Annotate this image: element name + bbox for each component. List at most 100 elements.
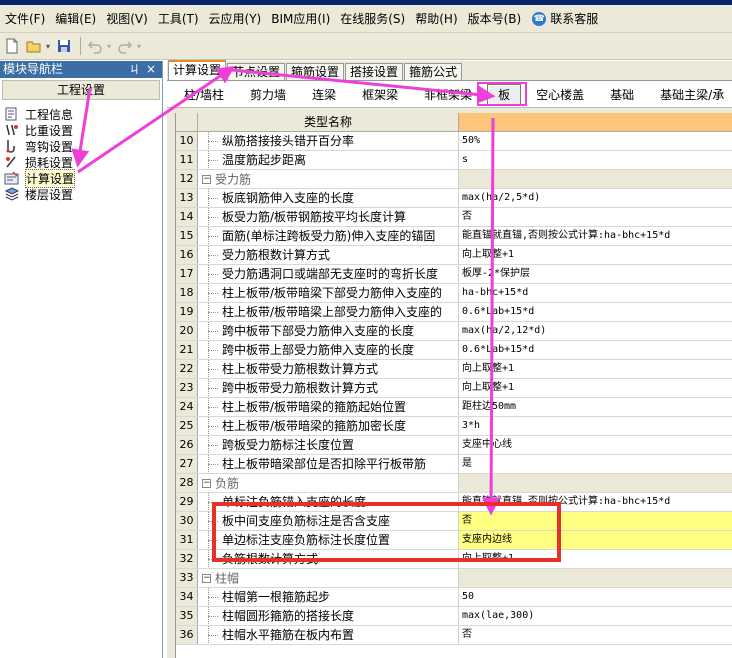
setting-value[interactable]: 向上取整+1 <box>459 246 732 264</box>
setting-value[interactable]: max(ha/2,5*d) <box>459 189 732 207</box>
collapse-icon[interactable]: − <box>202 479 211 488</box>
setting-value[interactable]: 50 <box>459 588 732 606</box>
row-number-header <box>176 113 198 131</box>
group-row[interactable]: 12− 受力筋 <box>176 170 732 189</box>
setting-value[interactable]: 否 <box>459 512 732 530</box>
table-row[interactable]: 17 受力筋遇洞口或端部无支座时的弯折长度 板厚-2*保护层 <box>176 265 732 284</box>
table-row[interactable]: 26 跨板受力筋标注长度位置 支座中心线 <box>176 436 732 455</box>
tab-stirrup-formula[interactable]: 箍筋公式 <box>404 63 463 80</box>
close-icon[interactable]: × <box>146 61 156 78</box>
save-icon <box>58 40 71 52</box>
table-row[interactable]: 11 温度筋起步距离 s <box>176 151 732 170</box>
undo-button[interactable] <box>85 36 105 56</box>
save-button[interactable] <box>54 36 74 56</box>
subtab-foundation[interactable]: 基础 <box>599 84 645 105</box>
table-row[interactable]: 13 板底钢筋伸入支座的长度 max(ha/2,5*d) <box>176 189 732 208</box>
subtab-slab[interactable]: 板 <box>487 83 522 105</box>
setting-value[interactable]: 是 <box>459 455 732 473</box>
table-row[interactable]: 29 单标注负筋锚入支座的长度 能直锚就直锚,否则按公式计算:ha-bhc+15*d <box>176 493 732 512</box>
table-row[interactable]: 21 跨中板带上部受力筋伸入支座的长度 0.6*Lab+15*d <box>176 341 732 360</box>
menu-contact-support[interactable]: ☎ 联系客服 <box>526 5 603 33</box>
open-dropdown-icon[interactable]: ▾ <box>46 42 50 51</box>
subtab-frame-beam[interactable]: 框架梁 <box>351 84 409 105</box>
table-row[interactable]: 19 柱上板带/板带暗梁上部受力筋伸入支座的 0.6*Lab+15*d <box>176 303 732 322</box>
setting-value[interactable]: 向上取整+1 <box>459 360 732 378</box>
table-row[interactable]: 36 柱帽水平箍筋在板内布置否 <box>176 626 732 645</box>
nav-item-floor-settings[interactable]: 楼层设置 <box>0 186 162 202</box>
setting-value[interactable]: 距柱边50mm <box>459 398 732 416</box>
table-row[interactable]: 35 柱帽圆形箍筋的搭接长度 max(lae,300) <box>176 607 732 626</box>
setting-value[interactable]: 向上取整+1 <box>459 550 732 568</box>
table-row[interactable]: 22 柱上板带受力筋根数计算方式 向上取整+1 <box>176 360 732 379</box>
tab-calc-settings[interactable]: 计算设置 <box>168 60 227 80</box>
table-row[interactable]: 20 跨中板带下部受力筋伸入支座的长度 max(ha/2,12*d) <box>176 322 732 341</box>
table-row[interactable]: 15 面筋(单标注跨板受力筋)伸入支座的锚固 能直锚就直锚,否则按公式计算:ha-b… <box>176 227 732 246</box>
menu-online-service[interactable]: 在线服务(S) <box>335 5 410 33</box>
setting-value[interactable]: max(lae,300) <box>459 607 732 625</box>
table-row[interactable]: 10 纵筋搭接接头错开百分率 50% <box>176 132 732 151</box>
menu-edit[interactable]: 编辑(E) <box>50 5 101 33</box>
subtab-non-frame-beam[interactable]: 非框架梁 <box>413 84 483 105</box>
nav-item-project-info[interactable]: 工程信息 <box>0 106 162 122</box>
subtab-coupling-beam[interactable]: 连梁 <box>301 84 347 105</box>
table-row[interactable]: 18 柱上板带/板带暗梁下部受力筋伸入支座的 ha-bhc+15*d <box>176 284 732 303</box>
setting-value[interactable]: ha-bhc+15*d <box>459 284 732 302</box>
undo-dropdown-icon[interactable]: ▾ <box>107 42 111 51</box>
setting-value[interactable]: 3*h <box>459 417 732 435</box>
table-row[interactable]: 32 负筋根数计算方式 向上取整+1 <box>176 550 732 569</box>
new-file-button[interactable] <box>2 36 22 56</box>
tab-node-settings[interactable]: 节点设置 <box>227 63 286 80</box>
pin-icon[interactable]: ㄐ <box>129 61 140 78</box>
menu-cloud[interactable]: 云应用(Y) <box>204 5 267 33</box>
setting-value[interactable]: 能直锚就直锚,否则按公式计算:ha-bhc+15*d <box>459 493 732 511</box>
setting-value[interactable]: 否 <box>459 626 732 644</box>
group-row[interactable]: 33− 柱帽 <box>176 569 732 588</box>
setting-value[interactable]: s <box>459 151 732 169</box>
table-row[interactable]: 30 板中间支座负筋标注是否含支座否 <box>176 512 732 531</box>
collapse-icon[interactable]: − <box>202 175 211 184</box>
project-settings-group-button[interactable]: 工程设置 <box>2 80 160 100</box>
row-number: 13 <box>176 189 198 207</box>
menu-file[interactable]: 文件(F) <box>0 5 50 33</box>
tab-stirrup-settings[interactable]: 箍筋设置 <box>286 63 345 80</box>
nav-item-hook-settings[interactable]: 弯钩设置 <box>0 138 162 154</box>
setting-value[interactable]: max(ha/2,12*d) <box>459 322 732 340</box>
subtab-column-wall[interactable]: 柱/墙柱 <box>173 84 235 105</box>
table-row[interactable]: 25 柱上板带/板带暗梁的箍筋加密长度 3*h <box>176 417 732 436</box>
setting-value[interactable]: 支座中心线 <box>459 436 732 454</box>
setting-value[interactable]: 支座内边线 <box>459 531 732 549</box>
setting-value[interactable]: 0.6*Lab+15*d <box>459 303 732 321</box>
row-number: 18 <box>176 284 198 302</box>
setting-value[interactable]: 0.6*Lab+15*d <box>459 341 732 359</box>
group-label: 负筋 <box>215 476 240 491</box>
settings-grid: 类型名称 10 纵筋搭接接头错开百分率 50% 11 温度筋起步距离 s 12− 受力筋 13 板… <box>175 113 732 658</box>
subtab-foundation-main-beam[interactable]: 基础主梁/承 <box>649 84 732 105</box>
menu-help[interactable]: 帮助(H) <box>410 5 462 33</box>
subtab-hollow-floor[interactable]: 空心楼盖 <box>525 84 595 105</box>
setting-value[interactable]: 50% <box>459 132 732 150</box>
setting-value[interactable]: 能直锚就直锚,否则按公式计算:ha-bhc+15*d <box>459 227 732 245</box>
setting-value[interactable]: 板厚-2*保护层 <box>459 265 732 283</box>
menu-view[interactable]: 视图(V) <box>101 5 153 33</box>
menu-bim[interactable]: BIM应用(I) <box>266 5 335 33</box>
table-row[interactable]: 23 跨中板带受力筋根数计算方式 向上取整+1 <box>176 379 732 398</box>
nav-item-weight-settings[interactable]: 比重设置 <box>0 122 162 138</box>
nav-item-calc-settings[interactable]: 计算设置 <box>0 168 162 188</box>
redo-dropdown-icon[interactable]: ▾ <box>137 42 141 51</box>
open-folder-button[interactable] <box>24 36 44 56</box>
menu-tools[interactable]: 工具(T) <box>153 5 204 33</box>
collapse-icon[interactable]: − <box>202 574 211 583</box>
table-row[interactable]: 16 受力筋根数计算方式 向上取整+1 <box>176 246 732 265</box>
subtab-shear-wall[interactable]: 剪力墙 <box>239 84 297 105</box>
table-row[interactable]: 14 板受力筋/板带钢筋按平均长度计算否 <box>176 208 732 227</box>
menu-version[interactable]: 版本号(B) <box>463 5 527 33</box>
table-row[interactable]: 24 柱上板带/板带暗梁的箍筋起始位置 距柱边50mm <box>176 398 732 417</box>
group-row[interactable]: 28− 负筋 <box>176 474 732 493</box>
redo-button[interactable] <box>115 36 135 56</box>
table-row[interactable]: 34 柱帽第一根箍筋起步 50 <box>176 588 732 607</box>
tab-lap-settings[interactable]: 搭接设置 <box>345 63 404 80</box>
table-row[interactable]: 27 柱上板带暗梁部位是否扣除平行板带筋是 <box>176 455 732 474</box>
setting-value[interactable]: 向上取整+1 <box>459 379 732 397</box>
table-row[interactable]: 31 单边标注支座负筋标注长度位置 支座内边线 <box>176 531 732 550</box>
setting-value[interactable]: 否 <box>459 208 732 226</box>
